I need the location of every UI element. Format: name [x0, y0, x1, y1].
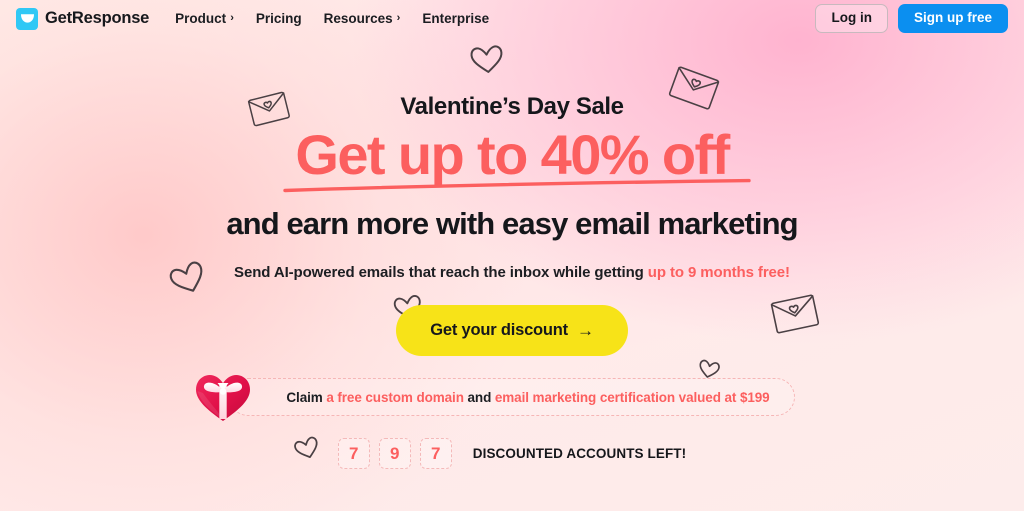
nav-item-product[interactable]: Product ›	[175, 11, 234, 26]
brand-logo[interactable]: GetResponse	[16, 7, 150, 30]
claim-joiner: and	[463, 389, 495, 405]
signup-free-button[interactable]: Sign up free	[897, 4, 1008, 33]
hero-headline-wrap: Get up to 40% off	[283, 123, 752, 193]
site-header: GetResponse Product › Pricing Resources …	[0, 0, 1024, 37]
claim-offer-two: email marketing certification valued at …	[494, 389, 770, 405]
nav-item-label: Pricing	[255, 11, 302, 26]
hero-subheadline: and earn more with easy email marketing	[226, 206, 798, 241]
chevron-right-icon: ›	[230, 12, 234, 24]
counter-label: DISCOUNTED ACCOUNTS LEFT!	[472, 446, 687, 462]
nav-item-resources[interactable]: Resources ›	[324, 11, 401, 26]
claim-text: Claim a free custom domain and email mar…	[286, 390, 769, 405]
header-actions: Log in Sign up free	[815, 4, 1008, 33]
hero-lede: Send AI-powered emails that reach the in…	[0, 264, 1024, 281]
get-your-discount-button[interactable]: Get your discount →	[396, 305, 628, 357]
nav-item-pricing[interactable]: Pricing	[256, 11, 302, 26]
nav-item-label: Resources	[323, 11, 393, 26]
page-root: GetResponse Product › Pricing Resources …	[0, 0, 1024, 511]
nav-item-label: Enterprise	[422, 11, 490, 26]
envelope-logo-icon	[16, 7, 38, 30]
heart-gift-icon	[196, 375, 251, 422]
cta-label: Get your discount	[430, 321, 568, 340]
arrow-right-icon: →	[576, 321, 594, 341]
hero-cta-wrap: Get your discount →	[0, 305, 1024, 357]
claim-prefix: Claim	[286, 389, 327, 405]
claim-banner[interactable]: Claim a free custom domain and email mar…	[196, 375, 795, 422]
login-button[interactable]: Log in	[815, 4, 888, 33]
hero-eyebrow: Valentine’s Day Sale	[400, 93, 624, 120]
chevron-right-icon: ›	[396, 12, 401, 24]
counter-digit: 7	[337, 438, 370, 470]
hero-section: Valentine’s Day Sale Get up to 40% off a…	[0, 37, 1024, 470]
nav-item-label: Product	[175, 11, 227, 26]
counter-digit: 9	[378, 438, 411, 470]
brand-name: GetResponse	[45, 9, 150, 27]
accounts-left-counter: 7 9 7 DISCOUNTED ACCOUNTS LEFT!	[0, 438, 1024, 470]
hero-lede-prefix: Send AI-powered emails that reach the in…	[234, 264, 648, 282]
hero-lede-highlight: up to 9 months free!	[647, 264, 790, 282]
claim-offer-one: a free custom domain	[326, 389, 464, 405]
nav-item-enterprise[interactable]: Enterprise	[422, 11, 489, 26]
claim-row: Claim a free custom domain and email mar…	[0, 375, 1024, 422]
main-nav: Product › Pricing Resources › Enterprise	[175, 11, 489, 26]
page-title: Get up to 40% off	[295, 123, 730, 186]
counter-digit: 7	[419, 438, 452, 470]
